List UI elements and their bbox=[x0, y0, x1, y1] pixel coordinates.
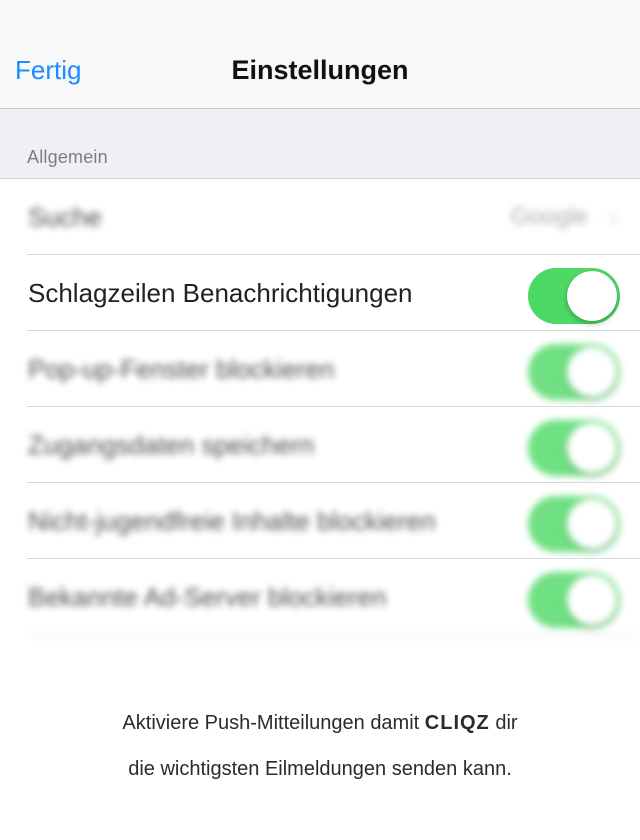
settings-row-search[interactable]: Suche Google › bbox=[0, 179, 640, 255]
row-label-save-logins: Zugangsdaten speichern bbox=[28, 430, 315, 460]
settings-list: Suche Google › Schlagzeilen Benachrichti… bbox=[0, 179, 640, 639]
section-header-general: Allgemein bbox=[27, 147, 108, 167]
headline-notifications-toggle[interactable] bbox=[528, 268, 620, 324]
toggle-knob bbox=[567, 347, 617, 397]
page-title: Einstellungen bbox=[231, 55, 409, 85]
block-popups-toggle[interactable] bbox=[528, 344, 620, 400]
row-label-block-adult-content: Nicht-jugendfreie Inhalte blockieren bbox=[28, 506, 436, 536]
toggle-knob bbox=[567, 423, 617, 473]
toggle-knob bbox=[567, 271, 617, 321]
hint-line-1-prefix: Aktiviere Push-Mitteilungen damit bbox=[122, 712, 425, 734]
hint-line-2: die wichtigsten Eilmeldungen senden kann… bbox=[128, 758, 512, 780]
row-separator bbox=[27, 634, 640, 635]
section-header-area: Allgemein bbox=[0, 109, 640, 179]
settings-row-headline-notifications: Schlagzeilen Benachrichtigungen bbox=[0, 255, 640, 331]
row-label-headline-notifications: Schlagzeilen Benachrichtigungen bbox=[28, 278, 413, 308]
save-logins-toggle[interactable] bbox=[528, 420, 620, 476]
row-label-block-popups: Pop-up-Fenster blockieren bbox=[28, 354, 335, 384]
toggle-knob bbox=[567, 499, 617, 549]
hint-line-1-suffix: dir bbox=[489, 712, 518, 734]
settings-row-block-adult-content: Nicht-jugendfreie Inhalte blockieren bbox=[0, 483, 640, 559]
brand-name: CLIQZ bbox=[424, 712, 490, 734]
block-adult-content-toggle[interactable] bbox=[528, 496, 620, 552]
row-label-block-ad-servers: Bekannte Ad-Server blockieren bbox=[28, 582, 387, 612]
settings-row-block-popups: Pop-up-Fenster blockieren bbox=[0, 331, 640, 407]
toggle-knob bbox=[567, 575, 617, 625]
row-label-search: Suche bbox=[28, 202, 102, 232]
hint-line-1: Aktiviere Push-Mitteilungen damit CLIQZ … bbox=[0, 700, 640, 746]
block-ad-servers-toggle[interactable] bbox=[528, 572, 620, 628]
navigation-bar: Fertig Einstellungen bbox=[0, 0, 640, 109]
push-notification-hint: Aktiviere Push-Mitteilungen damit CLIQZ … bbox=[0, 700, 640, 792]
row-value-search-engine: Google bbox=[510, 203, 588, 230]
settings-row-block-ad-servers: Bekannte Ad-Server blockieren bbox=[0, 559, 640, 635]
settings-row-save-logins: Zugangsdaten speichern bbox=[0, 407, 640, 483]
chevron-right-icon: › bbox=[609, 202, 618, 232]
